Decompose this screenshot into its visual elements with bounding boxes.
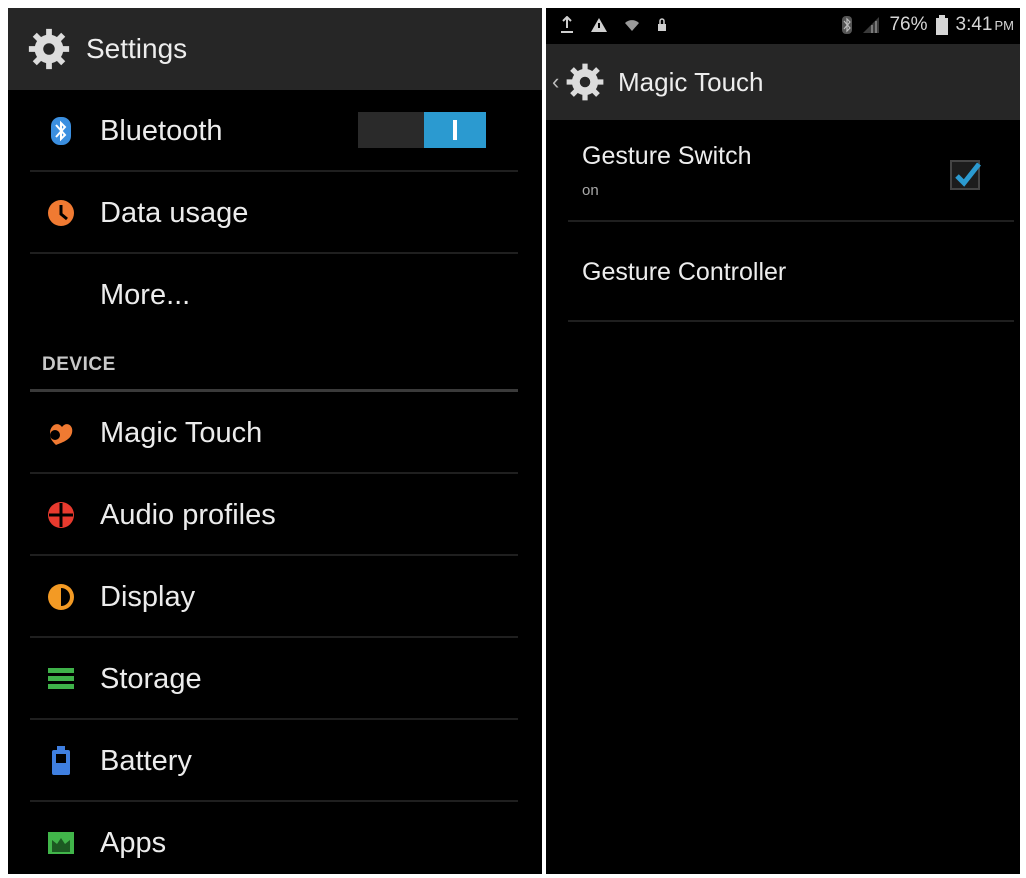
settings-item-data-usage[interactable]: Data usage [8,172,542,254]
settings-item-storage[interactable]: Storage [8,638,542,720]
apps-icon [46,828,76,858]
settings-item-label: Storage [100,662,202,695]
battery-icon [46,746,76,776]
magic-touch-header[interactable]: ‹ Magic Touch [546,44,1020,120]
pref-title: Gesture Controller [582,258,787,286]
audio-profiles-icon [46,500,76,530]
settings-item-label: Apps [100,826,167,859]
lock-icon [658,18,666,31]
page-title: Settings [86,33,188,64]
settings-item-display[interactable]: Display [8,556,542,638]
bluetooth-icon [46,116,76,146]
toggle-knob [424,112,486,148]
settings-item-label: Bluetooth [100,114,223,147]
notification-icons [560,16,668,34]
battery-status-icon [935,15,948,35]
clock-ampm: PM [994,18,1015,33]
storage-icon [46,664,76,694]
pref-summary: on [582,182,599,199]
settings-item-magic-touch[interactable]: Magic Touch [8,392,542,474]
preference-list: Gesture Switch on Gesture Controller [546,120,1020,322]
battery-percent: 76% [889,14,928,35]
magic-touch-panel: 76% 3:41 PM ‹ Magic Touch Gesture Switch… [546,8,1020,874]
settings-item-label: Data usage [100,196,249,229]
toggle-on-mark [453,120,457,140]
bluetooth-toggle[interactable] [358,112,486,148]
warning-icon [591,18,607,32]
settings-item-battery[interactable]: Battery [8,720,542,802]
gesture-switch-checkbox[interactable] [950,160,981,190]
settings-panel: Settings Bluetooth Data usage More... DE… [8,8,542,874]
signal-icon [863,17,880,33]
checkmark-icon [955,162,981,187]
system-icons: 76% 3:41 PM [841,14,1014,36]
clock-time: 3:41 [955,14,993,35]
display-icon [46,582,76,612]
upload-icon [561,16,573,33]
settings-item-apps[interactable]: Apps [8,802,542,874]
section-header-label: DEVICE [42,354,116,375]
page-title: Magic Touch [618,66,764,97]
pref-gesture-controller[interactable]: Gesture Controller [546,222,1020,322]
clock: 3:41 PM [956,14,1014,36]
settings-item-label: Display [100,580,196,613]
settings-list: Bluetooth Data usage More... DEVICE Magi… [8,90,542,874]
settings-item-label: Audio profiles [100,498,276,531]
data-usage-icon [46,198,76,228]
bluetooth-status-icon [842,16,853,34]
divider [568,320,1014,322]
pref-title: Gesture Switch [582,142,752,170]
wifi-icon [625,20,639,31]
settings-item-label: More... [100,278,191,311]
gear-icon [26,26,72,72]
status-bar: 76% 3:41 PM [546,8,1020,44]
magic-touch-icon [46,418,76,448]
pref-gesture-switch[interactable]: Gesture Switch on [546,120,1020,222]
settings-item-label: Battery [100,744,192,777]
settings-header: Settings [8,8,542,90]
settings-item-bluetooth[interactable]: Bluetooth [8,90,542,172]
settings-item-more[interactable]: More... [8,254,542,336]
settings-item-label: Magic Touch [100,416,263,449]
back-chevron-icon[interactable]: ‹ [552,69,564,95]
section-header-device: DEVICE [8,336,542,392]
settings-item-audio-profiles[interactable]: Audio profiles [8,474,542,556]
gear-icon [564,61,606,103]
